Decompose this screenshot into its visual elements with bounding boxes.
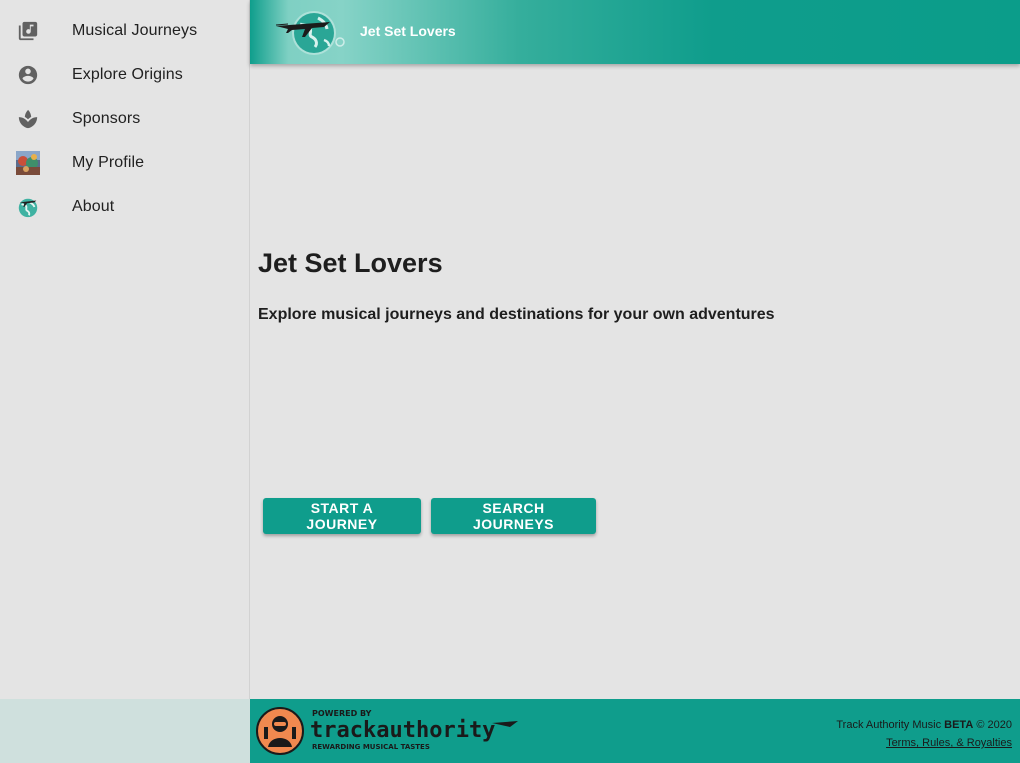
sidebar-item-sponsors[interactable]: Sponsors	[0, 97, 249, 141]
powered-by-text: POWERED BY	[312, 709, 372, 718]
sidebar-item-musical-journeys[interactable]: Musical Journeys	[0, 9, 249, 53]
app-header: Jet Set Lovers	[250, 0, 1020, 64]
beta-label: BETA	[944, 719, 974, 731]
footer-legal: Track Authority Music BETA © 2020 Terms,…	[836, 716, 1012, 752]
sidebar-item-label: About	[72, 198, 115, 215]
track-authority-powered-by-logo[interactable]: POWERED BY trackauthority REWARDING MUSI…	[256, 705, 524, 757]
sidebar-item-label: Sponsors	[72, 110, 141, 127]
sidebar-item-label: My Profile	[72, 154, 145, 171]
brand-tagline: REWARDING MUSICAL TASTES	[312, 743, 430, 751]
terms-link[interactable]: Terms, Rules, & Royalties	[836, 734, 1012, 752]
account-circle-icon	[16, 63, 40, 87]
page-subtitle: Explore musical journeys and destination…	[258, 306, 775, 323]
globe-plane-icon	[16, 195, 40, 219]
start-journey-button[interactable]: START A JOURNEY	[263, 498, 421, 534]
sidebar-footer	[0, 699, 250, 763]
spa-icon	[16, 107, 40, 131]
profile-avatar-icon	[16, 151, 40, 175]
sidebar-item-label: Explore Origins	[72, 66, 183, 83]
page-title: Jet Set Lovers	[258, 248, 443, 278]
header-title: Jet Set Lovers	[360, 23, 456, 39]
sidebar-nav: Musical Journeys Explore Origins Sponsor…	[0, 0, 250, 699]
search-journeys-button[interactable]: SEARCH JOURNEYS	[431, 498, 596, 534]
music-library-icon	[16, 19, 40, 43]
jet-set-lovers-logo[interactable]	[274, 6, 346, 58]
sidebar-item-my-profile[interactable]: My Profile	[0, 141, 249, 185]
sidebar-item-about[interactable]: About	[0, 185, 249, 229]
copyright-prefix: Track Authority Music	[836, 719, 945, 731]
app-footer: POWERED BY trackauthority REWARDING MUSI…	[250, 699, 1020, 763]
sidebar-item-label: Musical Journeys	[72, 22, 198, 39]
main-content: Jet Set Lovers Explore musical journeys …	[250, 64, 1020, 699]
copyright-suffix: © 2020	[973, 719, 1012, 731]
brand-wordmark: trackauthority	[310, 718, 495, 743]
copyright-line: Track Authority Music BETA © 2020	[836, 716, 1012, 734]
sidebar-item-explore-origins[interactable]: Explore Origins	[0, 53, 249, 97]
